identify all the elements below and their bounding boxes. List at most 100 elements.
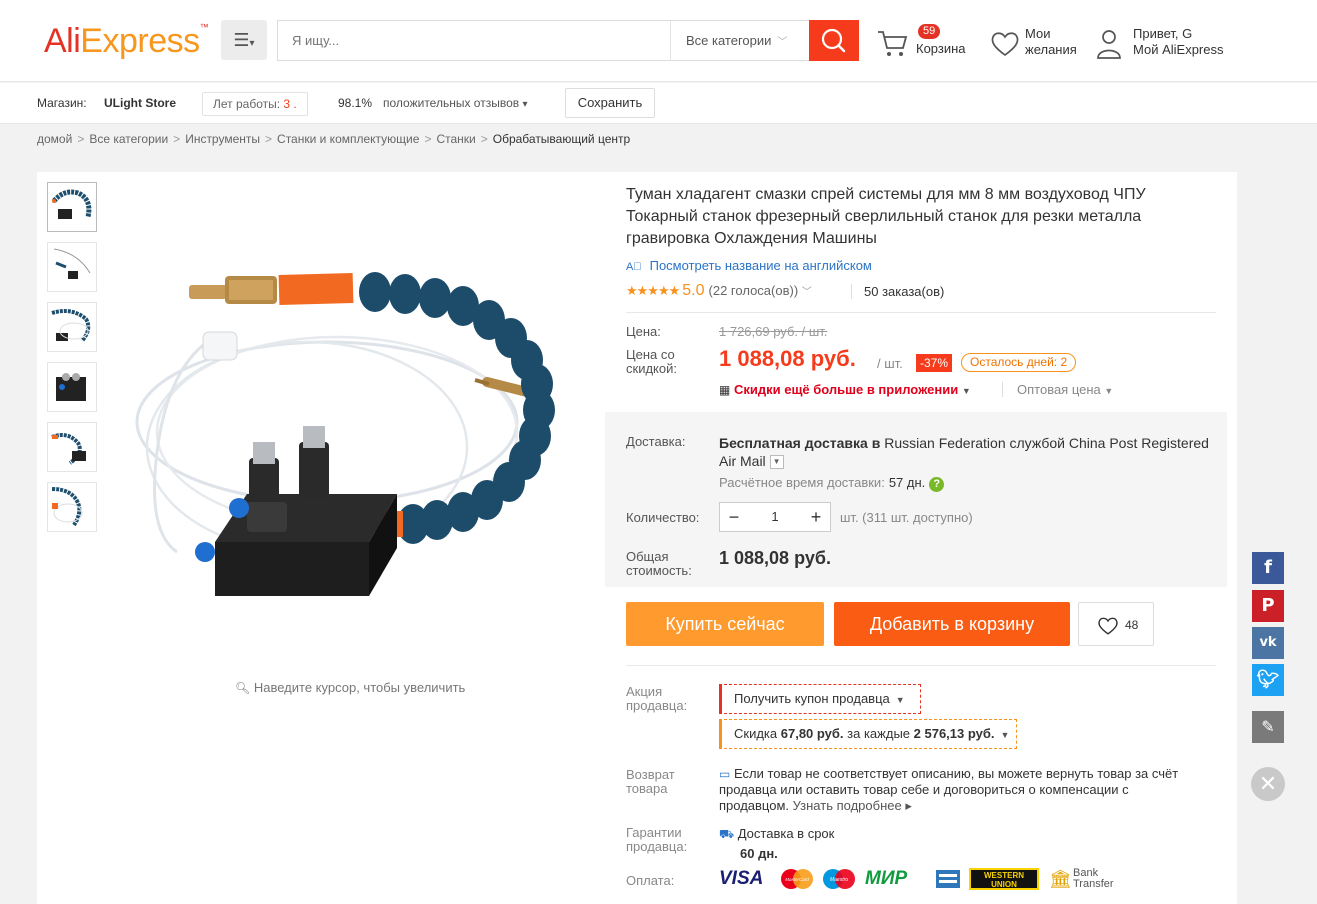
facebook-share-button[interactable]: f	[1252, 552, 1284, 584]
svg-text:Maestro: Maestro	[830, 877, 848, 883]
thumbnail-5[interactable]	[47, 422, 97, 472]
search-category-select[interactable]: Все категории ﹀	[670, 21, 809, 60]
help-icon[interactable]: ?	[929, 477, 945, 492]
heart-icon	[991, 32, 1019, 57]
translate-title-link[interactable]: A⃝ Посмотреть название на английском	[626, 258, 872, 273]
orders-count: 50 заказа(ов)	[851, 284, 944, 299]
chevron-down-icon: ﹀	[777, 37, 788, 48]
heart-icon	[1098, 617, 1118, 635]
main-product-image[interactable]	[107, 232, 617, 652]
seller-promo-label-1: Акция	[626, 684, 663, 699]
chevron-down-icon: ▼	[1104, 386, 1114, 396]
increase-quantity-button[interactable]: +	[802, 503, 830, 531]
translate-icon: A⃝	[626, 261, 642, 273]
total-label-2: стоимость:	[626, 563, 692, 578]
thumbnail-6[interactable]	[47, 482, 97, 532]
shipping-method[interactable]: Бесплатная доставка в Russian Federation…	[719, 434, 1219, 470]
rating[interactable]: ★★★★★ 5.0 (22 голоса(ов)) ﹀	[626, 282, 812, 300]
categories-menu-button[interactable]: ☰▾	[221, 20, 267, 60]
twitter-icon: 🐦︎	[1256, 669, 1280, 690]
divider	[626, 665, 1216, 666]
account-link[interactable]: Привет, G Мой AliExpress	[1096, 24, 1236, 62]
twitter-share-button[interactable]: 🐦︎	[1252, 664, 1284, 696]
discount-badge: -37%	[916, 354, 953, 372]
days-left-badge: Осталось дней: 2	[961, 353, 1077, 372]
pencil-icon: ✎	[1261, 717, 1275, 736]
per-unit: / шт.	[877, 356, 903, 371]
qr-code-icon: ▦	[719, 383, 731, 397]
returns-text: ▭ Если товар не соответствует описанию, …	[719, 766, 1179, 813]
breadcrumb-all-categories[interactable]: Все категории	[89, 132, 168, 146]
product-title: Туман хладагент смазки спрей системы для…	[626, 186, 1146, 247]
buy-now-button[interactable]: Купить сейчас	[626, 602, 824, 646]
returns-label-1: Возврат	[626, 767, 675, 782]
search-input[interactable]	[278, 21, 670, 60]
positive-feedback-pct: 98.1%	[338, 96, 373, 110]
decrease-quantity-button[interactable]: −	[720, 503, 748, 531]
mastercard-icon: MasterCard	[781, 869, 813, 889]
vk-share-button[interactable]: vk	[1252, 627, 1284, 659]
pinterest-share-button[interactable]: P	[1252, 590, 1284, 622]
edit-button[interactable]: ✎	[1252, 711, 1284, 743]
delivery-truck-icon: ⛟	[719, 827, 735, 841]
quantity-label: Количество:	[626, 510, 700, 525]
store-label: Магазин:	[37, 96, 87, 110]
wishlist-link[interactable]: Мои желания	[990, 26, 1090, 62]
total-price: 1 088,08 руб.	[719, 548, 831, 568]
breadcrumb-tools[interactable]: Инструменты	[185, 132, 260, 146]
site-header: AliExpress™ ☰▾ Все категории﹀ 59 Корзина…	[0, 0, 1317, 82]
return-policy-icon: ▭	[719, 767, 731, 781]
thumbnail-4[interactable]	[47, 362, 97, 412]
thumbnail-2[interactable]	[47, 242, 97, 292]
total-label-1: Общая	[626, 549, 669, 564]
cart-icon	[878, 31, 908, 56]
store-name[interactable]: ULight Store	[104, 96, 176, 110]
aliexpress-logo[interactable]: AliExpress™	[44, 22, 209, 61]
positive-feedback-label[interactable]: положительных отзывов ▾	[383, 96, 528, 110]
add-to-cart-button[interactable]: Добавить в корзину	[834, 602, 1070, 646]
thumbnail-list	[47, 182, 97, 542]
vk-icon: vk	[1259, 635, 1277, 650]
breadcrumb-home[interactable]: домой	[37, 132, 72, 146]
seller-discount-dropdown[interactable]: Скидка 67,80 руб. за каждые 2 576,13 руб…	[719, 719, 1017, 749]
zoom-icon: 🔍︎	[235, 681, 251, 695]
breadcrumb-machines[interactable]: Станки и комплектующие	[277, 132, 419, 146]
close-sidebar-button[interactable]: ✕	[1251, 767, 1285, 801]
returns-label-2: товара	[626, 781, 668, 796]
product-card: 🔍︎ Наведите курсор, чтобы увеличить Тума…	[37, 172, 1237, 904]
cart-label: Корзина	[916, 41, 966, 56]
divider	[626, 312, 1216, 313]
cart-link[interactable]: 59 Корзина	[876, 24, 976, 64]
app-discount-link[interactable]: ▦ Скидки ещё больше в приложении ▼	[719, 382, 971, 397]
learn-more-link[interactable]: Узнать подробнее ▸	[793, 798, 912, 813]
wholesale-price-link[interactable]: Оптовая цена ▼	[1002, 382, 1113, 397]
zoom-hint: 🔍︎ Наведите курсор, чтобы увеличить	[235, 680, 466, 695]
price-label: Цена:	[626, 324, 661, 339]
add-to-wishlist-button[interactable]: 48	[1078, 602, 1154, 646]
breadcrumb-current[interactable]: Обрабатывающий центр	[493, 132, 630, 146]
quantity-stepper: − 1 +	[719, 502, 831, 532]
save-store-button[interactable]: Сохранить	[565, 88, 655, 118]
thumbnail-3[interactable]	[47, 302, 97, 352]
quantity-input[interactable]: 1	[748, 503, 802, 531]
svg-text:MasterCard: MasterCard	[785, 877, 809, 882]
chevron-down-icon: ▼	[895, 695, 905, 705]
search-button[interactable]	[809, 20, 859, 61]
breadcrumb-lathes[interactable]: Станки	[436, 132, 475, 146]
old-price: 1 726,69 руб. / шт.	[719, 324, 828, 339]
seller-promo-label-2: продавца:	[626, 698, 688, 713]
shipping-label: Доставка:	[626, 434, 686, 449]
thumbnail-1[interactable]	[47, 182, 97, 232]
product-info: Туман хладагент смазки спрей системы для…	[605, 172, 1237, 904]
pinterest-icon: P	[1261, 595, 1275, 616]
chevron-down-icon: ﹀	[801, 287, 812, 298]
seller-guarantee: ⛟ Доставка в срок 60 дн.	[719, 826, 835, 861]
quantity-available: шт. (311 шт. доступно)	[840, 510, 973, 525]
amex-icon	[936, 870, 960, 888]
discount-price-label-2: скидкой:	[626, 361, 677, 376]
facebook-icon: f	[1264, 557, 1272, 578]
guarantee-label-1: Гарантии	[626, 825, 682, 840]
get-seller-coupon-button[interactable]: Получить купон продавца ▼	[719, 684, 921, 714]
chevron-down-icon: ▾	[522, 99, 528, 110]
payment-label: Оплата:	[626, 873, 675, 888]
